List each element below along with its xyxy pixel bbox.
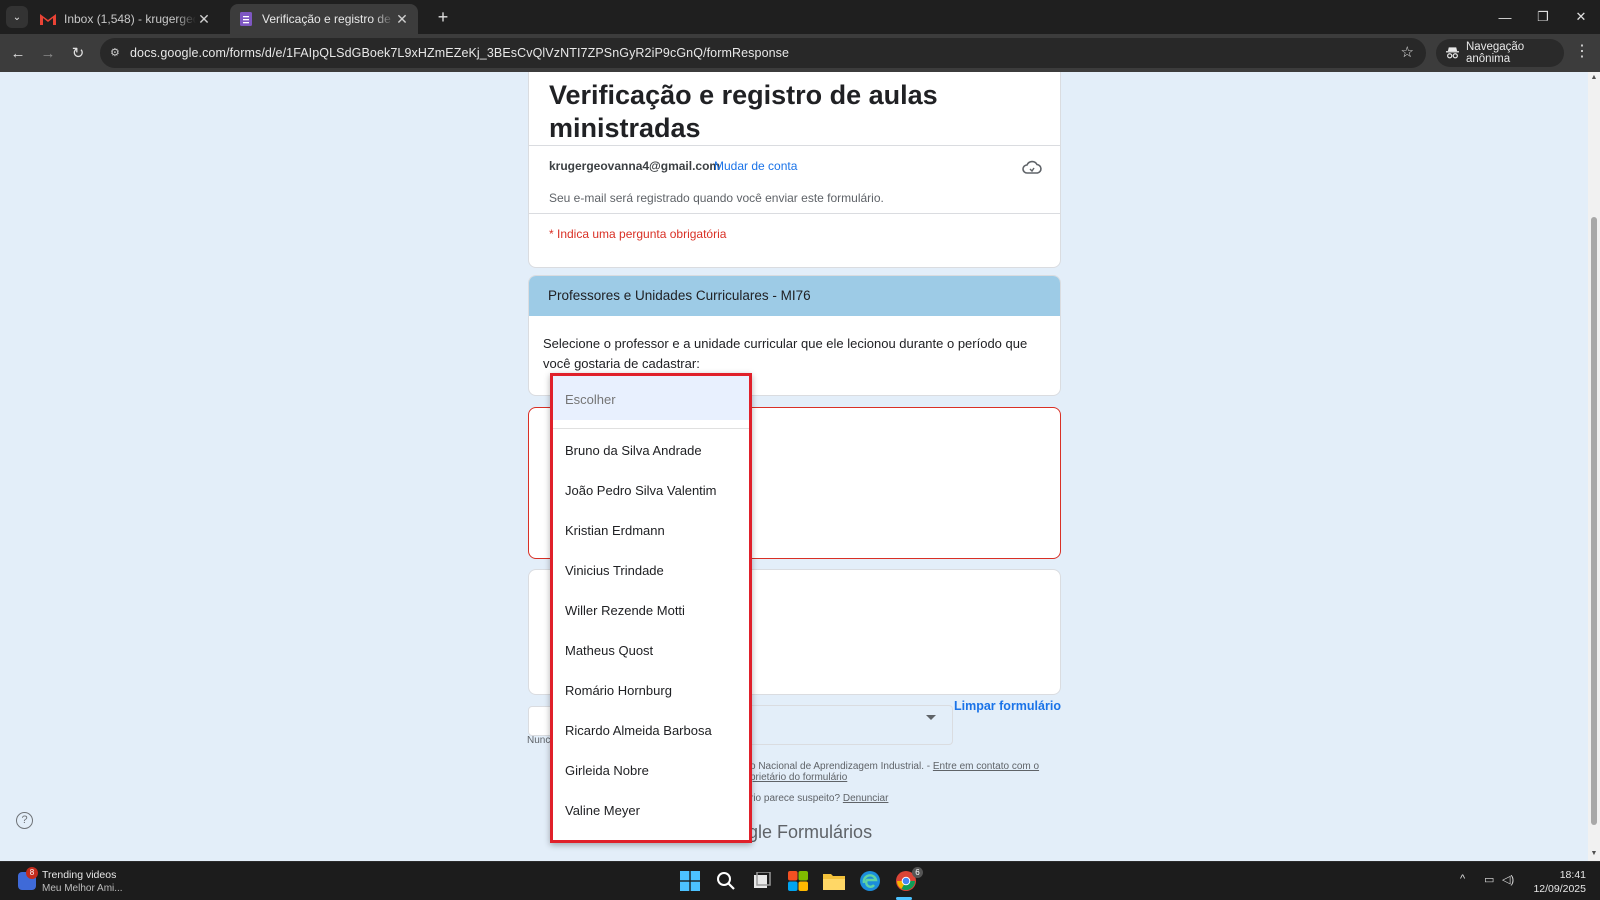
footer-owner-link-line: prietário do formulário [750,772,847,783]
contact-owner-link[interactable]: Entre em contato com o [933,761,1039,772]
dropdown-option-placeholder[interactable]: Escolher [553,376,749,420]
form-title: Verificação e registro de aulas ministra… [549,80,938,143]
divider [529,145,1060,146]
search-icon[interactable] [714,869,738,893]
file-explorer-icon[interactable] [822,869,846,893]
widget-title[interactable]: Trending videos [42,869,116,881]
form-page: Verificação e registro de aulas ministra… [0,72,1600,861]
dropdown-option[interactable]: Kristian Erdmann [565,523,665,538]
tab-title: Verificação e registro de aulas m [262,12,394,26]
reload-icon[interactable]: ↻ [66,41,90,65]
network-icon[interactable]: ▭ [1484,873,1494,886]
scroll-down-arrow-icon[interactable]: ▼ [1589,850,1599,857]
dropdown-option[interactable]: Willer Rezende Motti [565,603,685,618]
report-link[interactable]: Denunciar [843,793,889,804]
cloud-icon [1022,160,1042,174]
windows-taskbar: 8 Trending videos Meu Melhor Ami... 6 ^ … [0,861,1600,900]
incognito-indicator[interactable]: Navegação anônima [1436,39,1564,67]
browser-menu-icon[interactable]: ⋮ [1574,41,1590,61]
gmail-icon [40,14,56,25]
system-clock[interactable]: 18:41 12/09/2025 [1532,868,1586,896]
close-tab-icon[interactable]: ✕ [196,11,212,28]
browser-toolbar: ← → ↻ ⚙ docs.google.com/forms/d/e/1FAIpQ… [0,34,1600,72]
new-tab-button[interactable]: + [432,6,454,28]
help-icon[interactable]: ? [16,812,33,829]
dropdown-option[interactable]: Valine Meyer [565,803,640,818]
account-email: krugergeovanna4@gmail.com [549,159,721,173]
tab-search-button[interactable]: ⌄ [6,6,28,28]
scroll-up-arrow-icon[interactable]: ▲ [1589,74,1599,81]
edge-icon[interactable] [858,869,882,893]
scroll-thumb[interactable] [1591,217,1597,825]
divider [553,428,749,429]
dropdown-option[interactable]: Bruno da Silva Andrade [565,443,702,458]
footer-org-text: o Nacional de Aprendizagem Industrial. -… [750,761,1039,772]
back-icon[interactable]: ← [6,41,30,65]
clock-date: 12/09/2025 [1533,883,1586,895]
google-forms-icon [240,12,252,26]
copilot-icon[interactable] [786,869,810,893]
incognito-label: Navegação anônima [1466,41,1525,65]
restore-button[interactable]: ❐ [1524,0,1562,34]
clear-form-button[interactable]: Limpar formulário [954,699,1061,713]
tab-title: Inbox (1,548) - krugergeovanna [64,12,196,26]
start-icon[interactable] [678,869,702,893]
section-description: Selecione o professor e a unidade curric… [543,336,1028,371]
url-text: docs.google.com/forms/d/e/1FAIpQLSdGBoek… [130,46,790,60]
tab-bar: ⌄ Inbox (1,548) - krugergeovanna ✕ Verif… [0,0,1600,34]
site-info-icon[interactable]: ⚙ [110,46,124,60]
form-header-card: Verificação e registro de aulas ministra… [528,72,1061,268]
email-notice: Seu e-mail será registrado quando você e… [549,191,884,205]
widget-subtitle[interactable]: Meu Melhor Ami... [42,883,123,894]
switch-account-link[interactable]: Mudar de conta [714,159,797,173]
footer-report-text: rio parece suspeito? Denunciar [750,793,888,804]
page-scrollbar[interactable]: ▲ ▼ [1588,72,1600,861]
tab-forms[interactable]: Verificação e registro de aulas m ✕ [230,4,418,34]
show-hidden-icons-chevron-icon[interactable]: ^ [1460,873,1465,885]
owner-link[interactable]: prietário do formulário [750,772,847,783]
volume-icon[interactable]: ◁) [1502,873,1514,886]
section-title: Professores e Unidades Curriculares - MI… [529,276,1060,316]
dropdown-arrow-icon[interactable] [926,715,936,720]
divider [529,213,1060,214]
minimize-button[interactable]: — [1486,0,1524,34]
required-notice: * Indica uma pergunta obrigatória [549,227,727,241]
close-window-button[interactable]: ✕ [1562,0,1600,34]
dropdown-option[interactable]: João Pedro Silva Valentim [565,483,717,498]
forms-wordmark: Formulários [772,822,873,842]
dropdown-option[interactable]: Vinicius Trindade [565,563,664,578]
bookmark-star-icon[interactable]: ☆ [1401,43,1414,61]
footer-org-prefix: o Nacional de Aprendizagem Industrial. - [750,761,933,772]
dropdown-option[interactable]: Matheus Quost [565,643,653,658]
tab-gmail[interactable]: Inbox (1,548) - krugergeovanna ✕ [32,4,220,34]
professor-dropdown-menu[interactable]: Escolher Bruno da Silva Andrade João Ped… [550,373,752,843]
forward-icon[interactable]: → [36,41,60,65]
chrome-badge: 6 [912,867,923,878]
dropdown-option[interactable]: Girleida Nobre [565,763,649,778]
close-tab-icon[interactable]: ✕ [394,11,410,28]
incognito-icon [1446,47,1459,59]
address-bar[interactable]: ⚙ docs.google.com/forms/d/e/1FAIpQLSdGBo… [100,38,1426,68]
unit-select[interactable] [740,705,953,745]
dropdown-option[interactable]: Ricardo Almeida Barbosa [565,723,712,738]
task-view-icon[interactable] [750,869,774,893]
footer-report-prefix: rio parece suspeito? [750,793,843,804]
dropdown-option[interactable]: Romário Hornburg [565,683,672,698]
widget-badge: 8 [26,867,38,879]
clock-time: 18:41 [1559,869,1586,881]
